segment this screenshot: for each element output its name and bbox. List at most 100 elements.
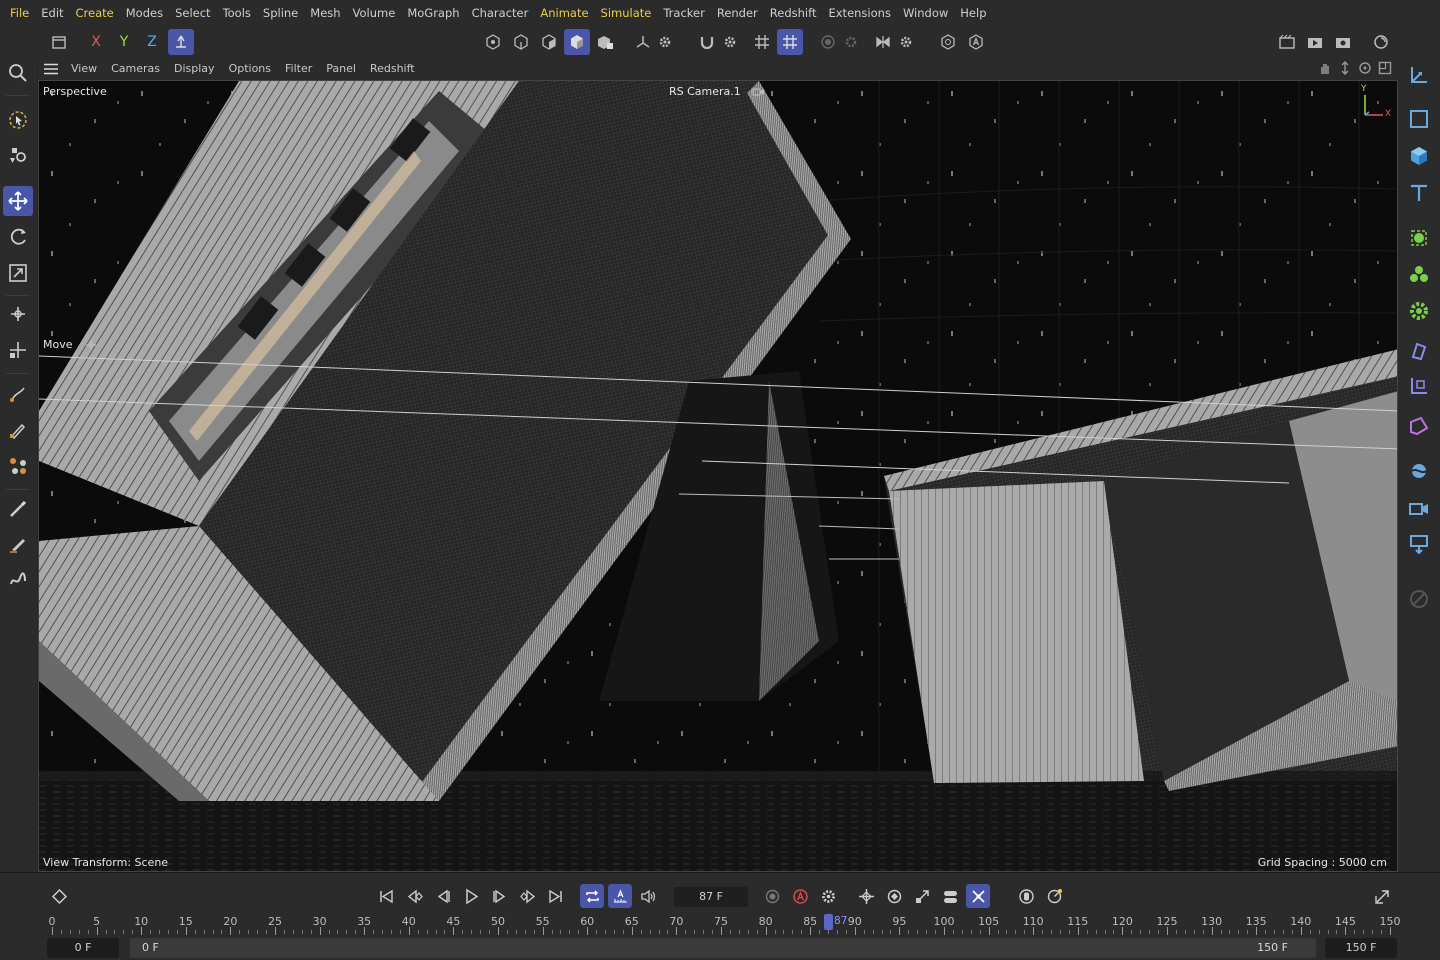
motion-settings-button[interactable] — [1042, 884, 1066, 908]
coordinate-system-button[interactable] — [168, 29, 194, 55]
lock-x-axis-button[interactable]: X — [83, 29, 109, 55]
point-level-animation-button[interactable] — [966, 884, 990, 908]
render-view-button[interactable] — [1274, 29, 1300, 55]
live-selection-button[interactable] — [3, 105, 33, 135]
effector-button[interactable] — [1403, 295, 1435, 327]
viewport-menu-view[interactable]: View — [64, 57, 104, 80]
viewport-menu-cameras[interactable]: Cameras — [104, 57, 167, 80]
workplane-snap-button[interactable] — [777, 29, 803, 55]
object-axis-button[interactable] — [935, 29, 961, 55]
dolly-arrows-icon[interactable] — [1338, 61, 1352, 75]
brush-tool-button[interactable] — [3, 494, 33, 524]
timeline-playhead[interactable] — [823, 914, 833, 930]
parameter-key-button[interactable] — [938, 884, 962, 908]
lock-z-axis-button[interactable]: Z — [139, 29, 165, 55]
menu-item-animate[interactable]: Animate — [534, 0, 594, 27]
viewport-menu-options[interactable]: Options — [222, 57, 278, 80]
orbit-icon[interactable] — [1358, 61, 1372, 75]
keyframe-mode-button[interactable] — [47, 884, 71, 908]
deformer-button[interactable] — [1403, 335, 1435, 367]
edges-mode-button[interactable] — [508, 29, 534, 55]
spline-smooth-tool-button[interactable] — [3, 451, 33, 481]
motion-system-button[interactable] — [1014, 884, 1038, 908]
field-button[interactable] — [1403, 370, 1435, 402]
search-button[interactable] — [3, 58, 33, 88]
light-button[interactable] — [1403, 528, 1435, 560]
menu-item-spline[interactable]: Spline — [257, 0, 304, 27]
menu-item-modes[interactable]: Modes — [120, 0, 169, 27]
scale-key-button[interactable] — [910, 884, 934, 908]
end-frame-field[interactable]: 150 F — [1325, 938, 1397, 958]
current-frame-field[interactable]: 87 F — [674, 887, 748, 907]
coordinate-manager-button[interactable] — [1403, 59, 1435, 91]
texture-mode-button[interactable] — [592, 29, 618, 55]
mograph-selection-button[interactable] — [1403, 410, 1435, 442]
go-to-start-button[interactable] — [374, 884, 398, 908]
menu-item-render[interactable]: Render — [711, 0, 764, 27]
subdivision-surface-button[interactable] — [1403, 222, 1435, 254]
autokey-button[interactable] — [788, 884, 812, 908]
timeline-ruler[interactable]: 0 5 10 15 20 25 30 35 40 45 50 55 60 65 70 75 80 85 90 95 10… — [38, 911, 1401, 935]
sound-button[interactable] — [636, 884, 660, 908]
preview-range-slider[interactable]: 0 F 150 F — [130, 938, 1316, 958]
symmetry-settings-button[interactable] — [893, 29, 919, 55]
menu-item-create[interactable]: Create — [70, 0, 120, 27]
position-key-button[interactable] — [854, 884, 878, 908]
pan-hand-icon[interactable] — [1318, 61, 1332, 75]
lock-y-axis-button[interactable]: Y — [111, 29, 137, 55]
placement-tool-button[interactable] — [3, 335, 33, 365]
cloner-button[interactable] — [1403, 259, 1435, 291]
scale-tool-button[interactable] — [3, 258, 33, 288]
viewport-menu-redshift[interactable]: Redshift — [363, 57, 422, 80]
polygons-mode-button[interactable] — [536, 29, 562, 55]
auto-tool-button[interactable] — [963, 29, 989, 55]
previous-frame-button[interactable] — [431, 884, 455, 908]
camera-name-label[interactable]: RS Camera.1 — [669, 85, 741, 98]
layout-button[interactable] — [1368, 29, 1394, 55]
disabled-tool-button[interactable] — [1403, 583, 1435, 615]
preview-range-button[interactable] — [608, 884, 632, 908]
sculpt-tool-button[interactable] — [3, 565, 33, 595]
viewport-menu-display[interactable]: Display — [167, 57, 222, 80]
record-button[interactable] — [760, 884, 784, 908]
pen-tool-button[interactable] — [3, 379, 33, 409]
camera-icon[interactable] — [752, 86, 766, 101]
cube-object-button[interactable] — [1403, 140, 1435, 172]
undo-history-button[interactable] — [46, 29, 72, 55]
transform-tool-button[interactable] — [3, 299, 33, 329]
points-mode-button[interactable] — [480, 29, 506, 55]
axis-settings-button[interactable] — [652, 29, 678, 55]
menu-item-help[interactable]: Help — [954, 0, 992, 27]
select-tool-button[interactable] — [3, 140, 33, 170]
render-picture-viewer-button[interactable] — [1302, 29, 1328, 55]
knife-tool-button[interactable] — [3, 529, 33, 559]
menu-item-extensions[interactable]: Extensions — [822, 0, 896, 27]
key-settings-button[interactable] — [816, 884, 840, 908]
next-key-button[interactable] — [515, 884, 539, 908]
menu-item-tools[interactable]: Tools — [217, 0, 257, 27]
move-tool-button[interactable] — [3, 186, 33, 216]
next-frame-button[interactable] — [487, 884, 511, 908]
menu-item-file[interactable]: File — [4, 0, 35, 27]
menu-item-simulate[interactable]: Simulate — [595, 0, 658, 27]
render-settings-button[interactable] — [1330, 29, 1356, 55]
grid-snap-button[interactable] — [749, 29, 775, 55]
start-frame-field[interactable]: 0 F — [47, 938, 119, 958]
menu-item-tracker[interactable]: Tracker — [657, 0, 711, 27]
3d-viewport[interactable]: Perspective RS Camera.1 Move View Transf… — [38, 80, 1398, 872]
text-object-button[interactable] — [1403, 177, 1435, 209]
rotate-tool-button[interactable] — [3, 222, 33, 252]
rectangle-spline-button[interactable] — [1403, 103, 1435, 135]
menu-item-redshift[interactable]: Redshift — [764, 0, 823, 27]
solo-settings-button[interactable] — [838, 29, 864, 55]
go-to-end-button[interactable] — [543, 884, 567, 908]
menu-item-mesh[interactable]: Mesh — [304, 0, 346, 27]
menu-item-character[interactable]: Character — [466, 0, 535, 27]
menu-item-window[interactable]: Window — [897, 0, 954, 27]
snap-settings-button[interactable] — [717, 29, 743, 55]
model-mode-button[interactable] — [564, 29, 590, 55]
menu-item-mograph[interactable]: MoGraph — [401, 0, 465, 27]
camera-button[interactable] — [1403, 492, 1435, 524]
maximize-view-icon[interactable] — [1378, 61, 1392, 75]
sketch-tool-button[interactable] — [3, 415, 33, 445]
